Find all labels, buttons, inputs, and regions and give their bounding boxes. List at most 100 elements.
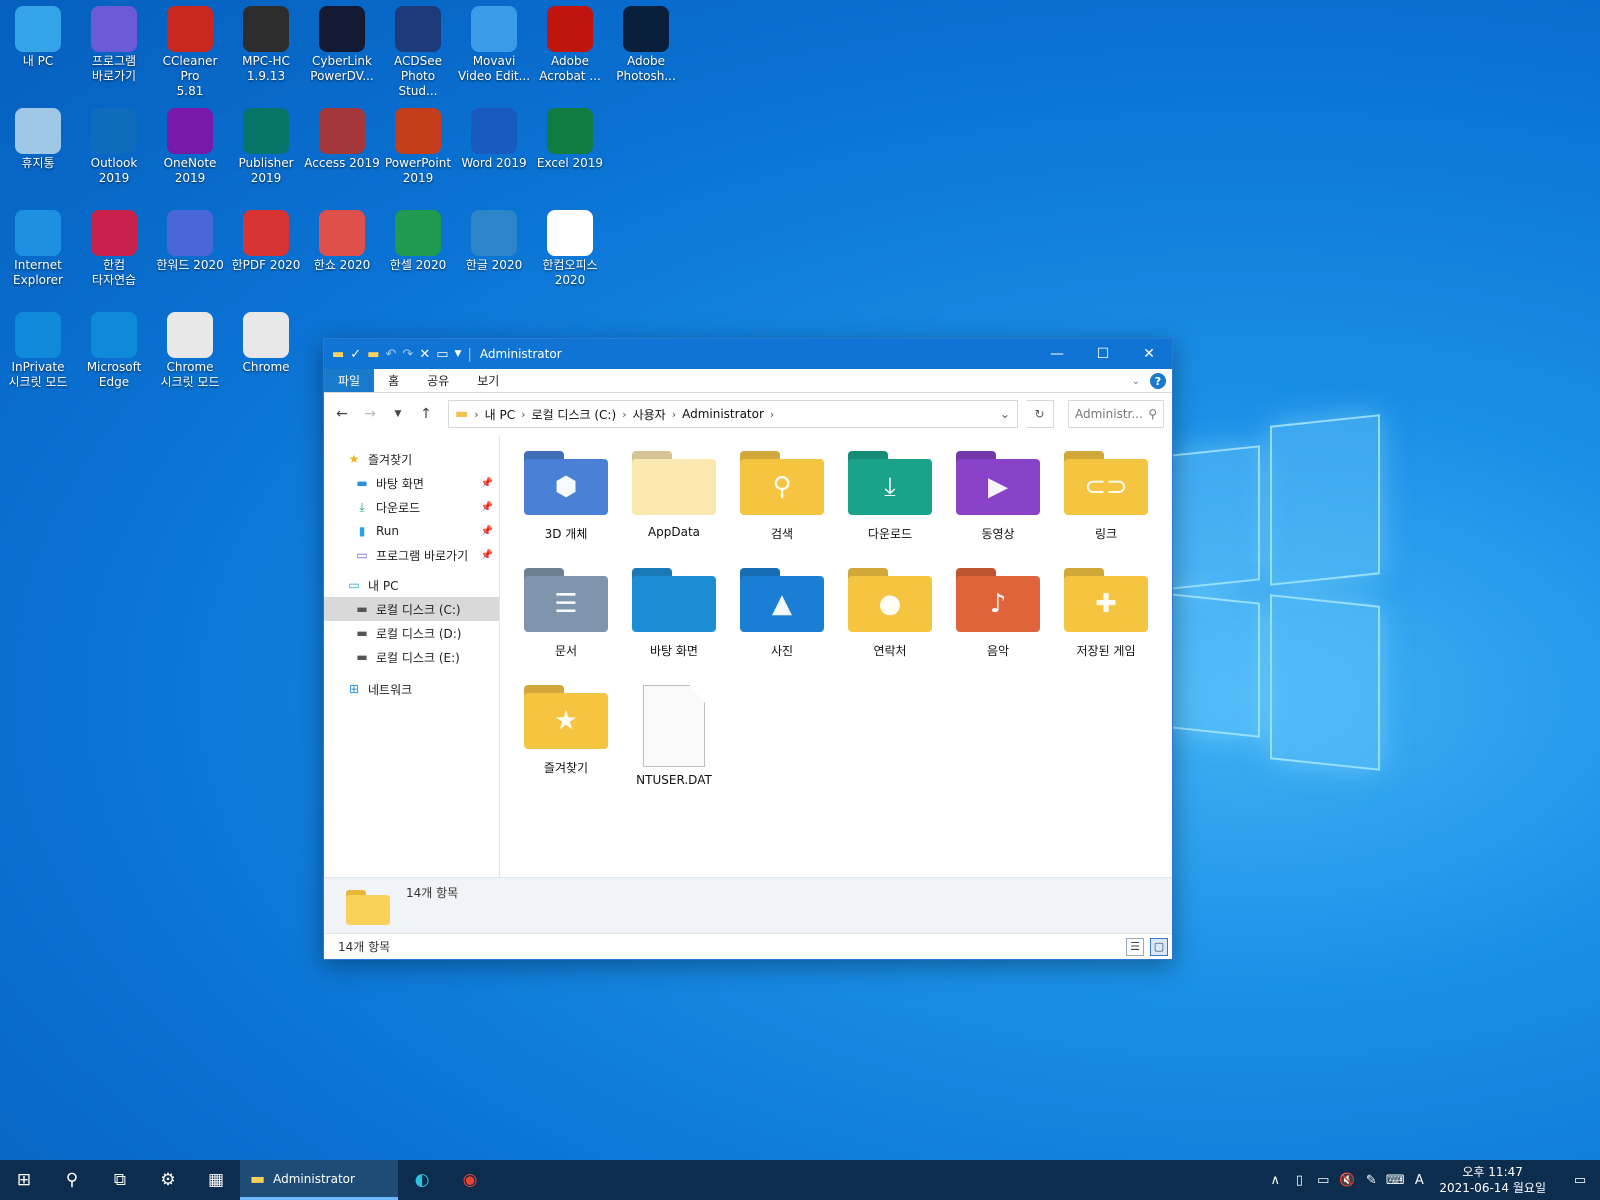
- nav-network[interactable]: ⊞ 네트워크: [324, 677, 499, 701]
- customize-chevron-icon[interactable]: ▼: [455, 349, 462, 359]
- desktop-icon[interactable]: 내 PC: [0, 6, 76, 69]
- breadcrumb-c-drive[interactable]: 로컬 디스크 (C:): [532, 406, 617, 423]
- desktop-icon[interactable]: 한글 2020: [456, 210, 532, 273]
- rename-icon[interactable]: ▭: [436, 347, 448, 362]
- breadcrumb-separator[interactable]: ›: [521, 408, 525, 421]
- close-button[interactable]: ✕: [1126, 339, 1172, 369]
- desktop-icon[interactable]: OneNote 2019: [152, 108, 228, 186]
- breadcrumb-separator[interactable]: ›: [770, 408, 774, 421]
- breadcrumb-separator[interactable]: ›: [672, 408, 676, 421]
- desktop-icon[interactable]: 한워드 2020: [152, 210, 228, 273]
- desktop-icon[interactable]: Microsoft Edge: [76, 312, 152, 390]
- undo-icon[interactable]: ↶: [386, 347, 397, 362]
- desktop-icon[interactable]: InPrivate 시크릿 모드: [0, 312, 76, 390]
- file-item[interactable]: ⤓ 다운로드: [836, 445, 944, 562]
- nav-program-shortcuts[interactable]: ▭ 프로그램 바로가기 📌: [324, 543, 499, 567]
- desktop-icon[interactable]: Adobe Acrobat ...: [532, 6, 608, 84]
- desktop-icon[interactable]: Excel 2019: [532, 108, 608, 171]
- desktop-icon[interactable]: Movavi Video Edit...: [456, 6, 532, 84]
- file-item[interactable]: AppData: [620, 445, 728, 562]
- desktop-icon[interactable]: Publisher 2019: [228, 108, 304, 186]
- address-dropdown-icon[interactable]: ⌄: [993, 407, 1017, 421]
- desktop-icon[interactable]: 한쇼 2020: [304, 210, 380, 273]
- tab-file[interactable]: 파일: [324, 369, 375, 392]
- nav-quick-access[interactable]: ★ 즐겨찾기: [324, 447, 499, 471]
- nav-run[interactable]: ▮ Run 📌: [324, 519, 499, 543]
- nav-drive-d[interactable]: ▬ 로컬 디스크 (D:): [324, 621, 499, 645]
- nav-drive-c[interactable]: ▬ 로컬 디스크 (C:): [324, 597, 499, 621]
- desktop-icon[interactable]: Word 2019: [456, 108, 532, 171]
- breadcrumb-users[interactable]: 사용자: [633, 406, 666, 423]
- desktop-icon[interactable]: MPC-HC 1.9.13: [228, 6, 304, 84]
- nav-desktop[interactable]: ▬ 바탕 화면 📌: [324, 471, 499, 495]
- file-item[interactable]: ☰ 문서: [512, 562, 620, 679]
- minimize-button[interactable]: —: [1034, 339, 1080, 369]
- refresh-button[interactable]: ↻: [1026, 400, 1054, 428]
- taskbar-explorer-app[interactable]: ▬ Administrator: [240, 1160, 398, 1200]
- clock[interactable]: 오후 11:47 2021-06-14 월요일: [1431, 1164, 1560, 1196]
- pen-icon[interactable]: ✎: [1359, 1173, 1383, 1188]
- tab-home[interactable]: 홈: [374, 369, 413, 392]
- search-input[interactable]: Administr... ⚲: [1068, 400, 1164, 428]
- desktop-icon[interactable]: Access 2019: [304, 108, 380, 171]
- file-item[interactable]: ⚲ 검색: [728, 445, 836, 562]
- nav-downloads[interactable]: ⤓ 다운로드 📌: [324, 495, 499, 519]
- file-item[interactable]: ✚ 저장된 게임: [1052, 562, 1160, 679]
- large-icons-view-icon[interactable]: ▢: [1150, 937, 1168, 956]
- file-item[interactable]: ▶ 동영상: [944, 445, 1052, 562]
- desktop-icon[interactable]: CyberLink PowerDV...: [304, 6, 380, 84]
- settings-gear-icon[interactable]: ⚙: [144, 1160, 192, 1200]
- volume-muted-icon[interactable]: 🔇: [1335, 1173, 1359, 1188]
- show-hidden-icons-icon[interactable]: ∧: [1263, 1173, 1287, 1188]
- breadcrumb-administrator[interactable]: Administrator: [682, 407, 764, 421]
- title-bar[interactable]: ▬ ✓ ▬ ↶ ↷ ✕ ▭ ▼ | Administrator — ☐ ✕: [324, 339, 1172, 369]
- details-view-icon[interactable]: ☰: [1126, 937, 1144, 956]
- file-item[interactable]: ▲ 사진: [728, 562, 836, 679]
- network-icon[interactable]: ▭: [1311, 1173, 1335, 1188]
- file-item[interactable]: NTUSER.DAT: [620, 679, 728, 796]
- file-item[interactable]: ⊂⊃ 링크: [1052, 445, 1160, 562]
- usb-icon[interactable]: ▯: [1287, 1173, 1311, 1188]
- file-item[interactable]: ★ 즐겨찾기: [512, 679, 620, 796]
- file-item[interactable]: ⬢ 3D 개체: [512, 445, 620, 562]
- address-bar[interactable]: ▬ › 내 PC › 로컬 디스크 (C:) › 사용자 › Administr…: [448, 400, 1018, 428]
- maximize-button[interactable]: ☐: [1080, 339, 1126, 369]
- expand-ribbon-icon[interactable]: ⌄: [1132, 376, 1140, 387]
- desktop-icon[interactable]: PowerPoint 2019: [380, 108, 456, 186]
- desktop-icon[interactable]: 한컴오피스 2020: [532, 210, 608, 288]
- file-item[interactable]: ♪ 음악: [944, 562, 1052, 679]
- nav-drive-e[interactable]: ▬ 로컬 디스크 (E:): [324, 645, 499, 669]
- start-button[interactable]: ⊞: [0, 1160, 48, 1200]
- nav-this-pc[interactable]: ▭ 내 PC: [324, 573, 499, 597]
- search-icon[interactable]: ⚲: [48, 1160, 96, 1200]
- task-view-icon[interactable]: ⧉: [96, 1160, 144, 1200]
- breadcrumb-separator[interactable]: ›: [622, 408, 626, 421]
- file-item[interactable]: 바탕 화면: [620, 562, 728, 679]
- store-icon[interactable]: ▦: [192, 1160, 240, 1200]
- back-arrow-icon[interactable]: ←: [332, 406, 352, 422]
- tab-share[interactable]: 공유: [413, 369, 463, 392]
- keyboard-icon[interactable]: ⌨: [1383, 1173, 1407, 1188]
- up-arrow-icon[interactable]: ↑: [416, 406, 436, 422]
- desktop-icon[interactable]: ACDSee Photo Stud...: [380, 6, 456, 99]
- desktop-icon[interactable]: Chrome 시크릿 모드: [152, 312, 228, 390]
- tab-view[interactable]: 보기: [463, 369, 513, 392]
- delete-icon[interactable]: ✕: [419, 347, 430, 362]
- desktop-icon[interactable]: Internet Explorer: [0, 210, 76, 288]
- edge-icon[interactable]: ◐: [398, 1160, 446, 1200]
- desktop-icon[interactable]: Outlook 2019: [76, 108, 152, 186]
- chrome-icon[interactable]: ◉: [446, 1160, 494, 1200]
- forward-arrow-icon[interactable]: →: [360, 406, 380, 422]
- ime-indicator[interactable]: A: [1407, 1173, 1431, 1188]
- desktop-icon[interactable]: CCleaner Pro 5.81: [152, 6, 228, 99]
- file-item[interactable]: ● 연락처: [836, 562, 944, 679]
- desktop-icon[interactable]: 한PDF 2020: [228, 210, 304, 273]
- desktop-icon[interactable]: 한셀 2020: [380, 210, 456, 273]
- help-icon[interactable]: ?: [1150, 373, 1166, 389]
- desktop-icon[interactable]: 프로그램 바로가기: [76, 6, 152, 84]
- desktop-icon[interactable]: Adobe Photosh...: [608, 6, 684, 84]
- notification-icon[interactable]: ▭: [1560, 1173, 1600, 1188]
- recent-locations-icon[interactable]: ▼: [388, 409, 408, 419]
- new-folder-icon[interactable]: ▬: [367, 347, 379, 362]
- redo-icon[interactable]: ↷: [402, 347, 413, 362]
